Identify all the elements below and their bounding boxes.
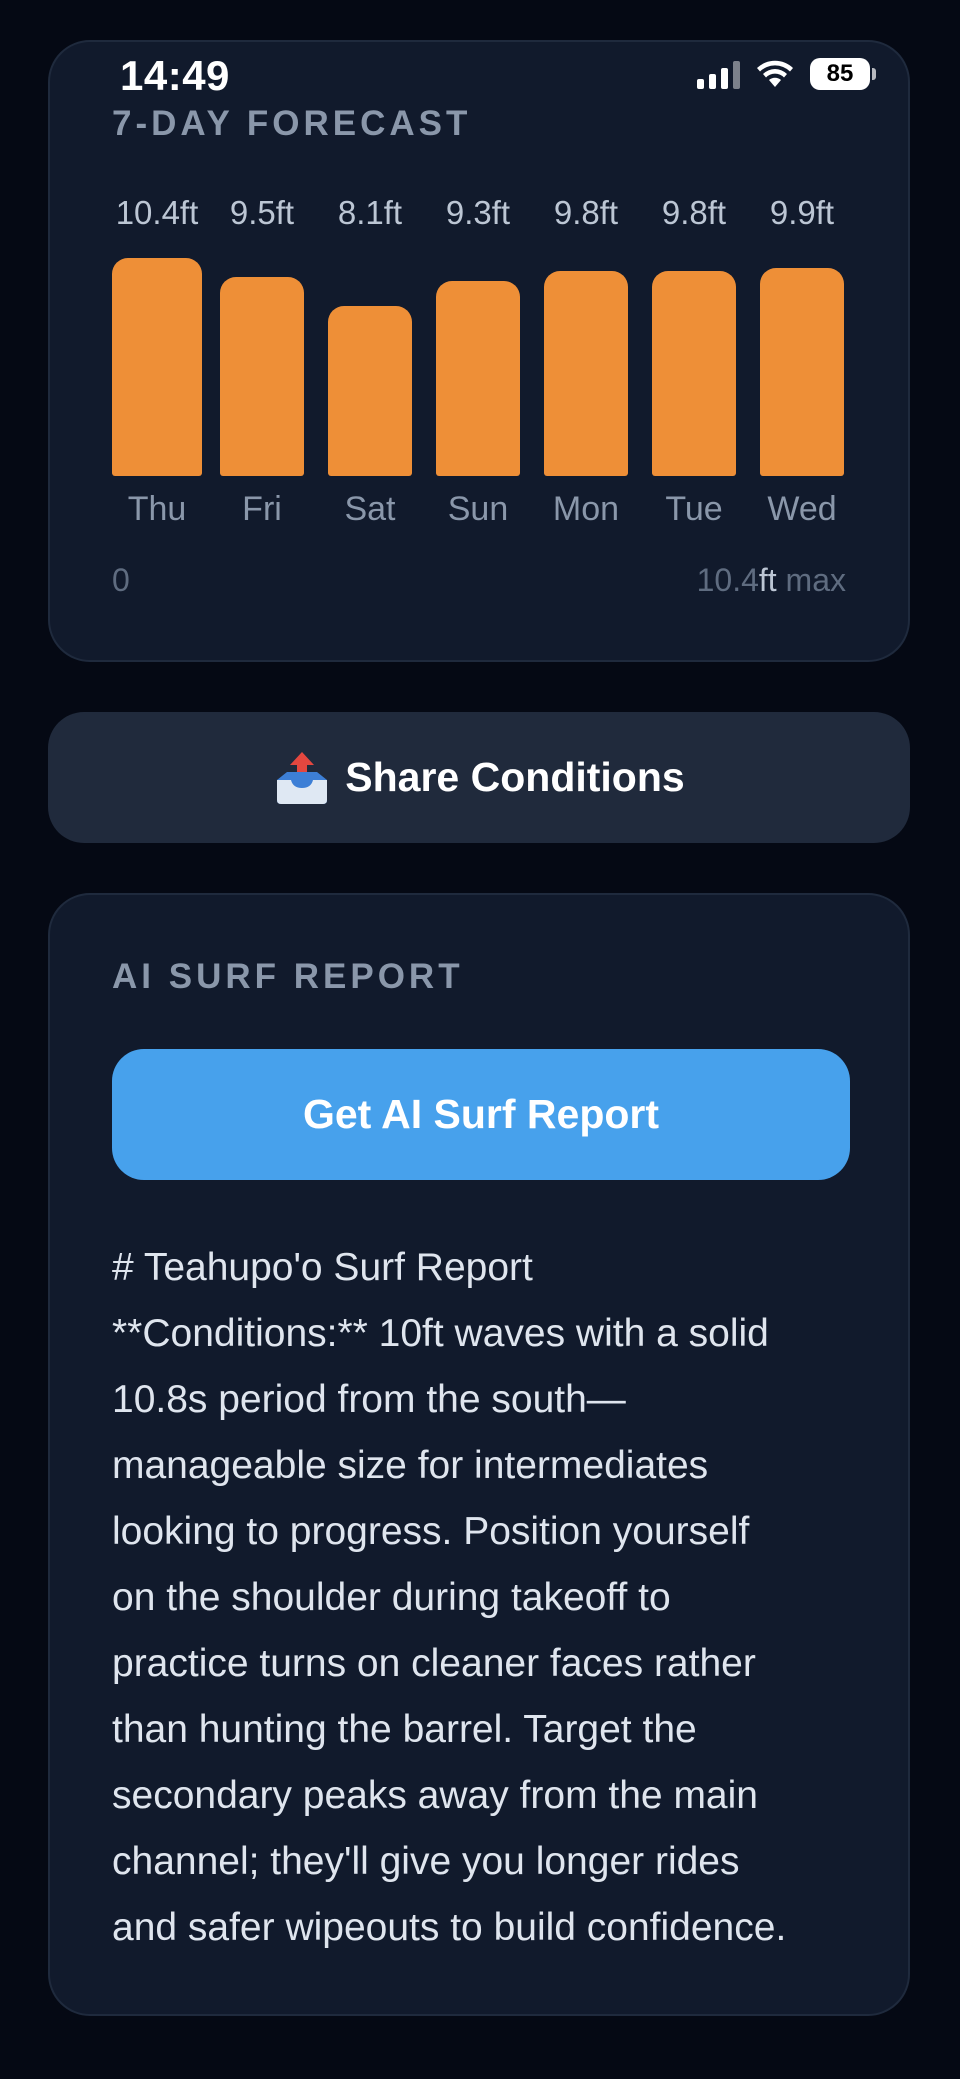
- report-line: on the shoulder during takeoff to: [112, 1576, 671, 1619]
- bar-value-label: 9.8ft: [553, 194, 619, 231]
- share-conditions-label: Share Conditions: [345, 754, 685, 800]
- report-line: channel; they'll give you longer rides: [112, 1840, 740, 1883]
- scale-max-unit: ft: [758, 562, 777, 598]
- scale-max-label: 10.4ft max: [697, 562, 846, 599]
- wifi-icon: [757, 60, 793, 87]
- ai-report-card: AI SURF REPORT Get AI Surf Report # Teah…: [48, 893, 910, 2016]
- bar-value-label: 8.1ft: [337, 194, 403, 231]
- status-time: 14:49: [120, 52, 230, 99]
- report-line: manageable size for intermediates: [112, 1444, 709, 1487]
- bar-day-label: Mon: [552, 490, 620, 528]
- bar-day-label: Thu: [127, 490, 187, 528]
- bar-value-label: 10.4ft: [115, 194, 199, 231]
- scale-max-suffix: max: [776, 562, 846, 598]
- status-icons: 85: [697, 56, 876, 92]
- report-line: 10.8s period from the south—: [112, 1378, 626, 1421]
- forecast-bar: [112, 258, 202, 476]
- share-conditions-button[interactable]: Share Conditions: [48, 712, 910, 843]
- bar-day-label: Sat: [344, 490, 396, 528]
- scale-min-label: 0: [112, 562, 130, 598]
- report-line: and safer wipeouts to build confidence.: [112, 1906, 787, 1949]
- forecast-title: 7-DAY FORECAST: [112, 104, 472, 143]
- report-line: **Conditions:** 10ft waves with a solid: [112, 1312, 769, 1355]
- forecast-bar: [652, 271, 736, 476]
- bar-day-label: Wed: [767, 490, 837, 528]
- report-text: # Teahupo'o Surf Report **Conditions:** …: [112, 1235, 872, 1961]
- bar-day-label: Tue: [665, 490, 723, 528]
- get-ai-report-button[interactable]: Get AI Surf Report: [112, 1049, 850, 1180]
- forecast-bar: [220, 277, 304, 476]
- cellular-signal-icon: [697, 59, 740, 89]
- battery-icon: 85: [810, 58, 876, 90]
- forecast-bar: [760, 268, 844, 476]
- ai-report-title: AI SURF REPORT: [112, 957, 464, 996]
- bar-day-label: Fri: [242, 490, 282, 528]
- bar-value-label: 9.9ft: [769, 194, 835, 231]
- outbox-tray-icon: [277, 751, 328, 804]
- forecast-bar: [436, 281, 520, 476]
- report-line: looking to progress. Position yourself: [112, 1510, 750, 1553]
- report-line: secondary peaks away from the main: [112, 1774, 758, 1817]
- bar-value-label: 9.3ft: [445, 194, 511, 231]
- scale-max-value: 10.4: [696, 562, 759, 598]
- bar-value-label: 9.5ft: [229, 194, 295, 231]
- forecast-bar: [544, 271, 628, 476]
- bar-value-label: 9.8ft: [661, 194, 727, 231]
- report-line: # Teahupo'o Surf Report: [112, 1246, 533, 1289]
- forecast-card: 7-DAY FORECAST 10.4ft Thu 9.5ft Fri 8.1ft Sat…: [48, 40, 910, 662]
- report-line: than hunting the barrel. Target the: [112, 1708, 697, 1751]
- bar-day-label: Sun: [447, 490, 509, 528]
- battery-level: 85: [810, 58, 870, 90]
- forecast-bar: [328, 306, 412, 476]
- report-line: practice turns on cleaner faces rather: [112, 1642, 756, 1685]
